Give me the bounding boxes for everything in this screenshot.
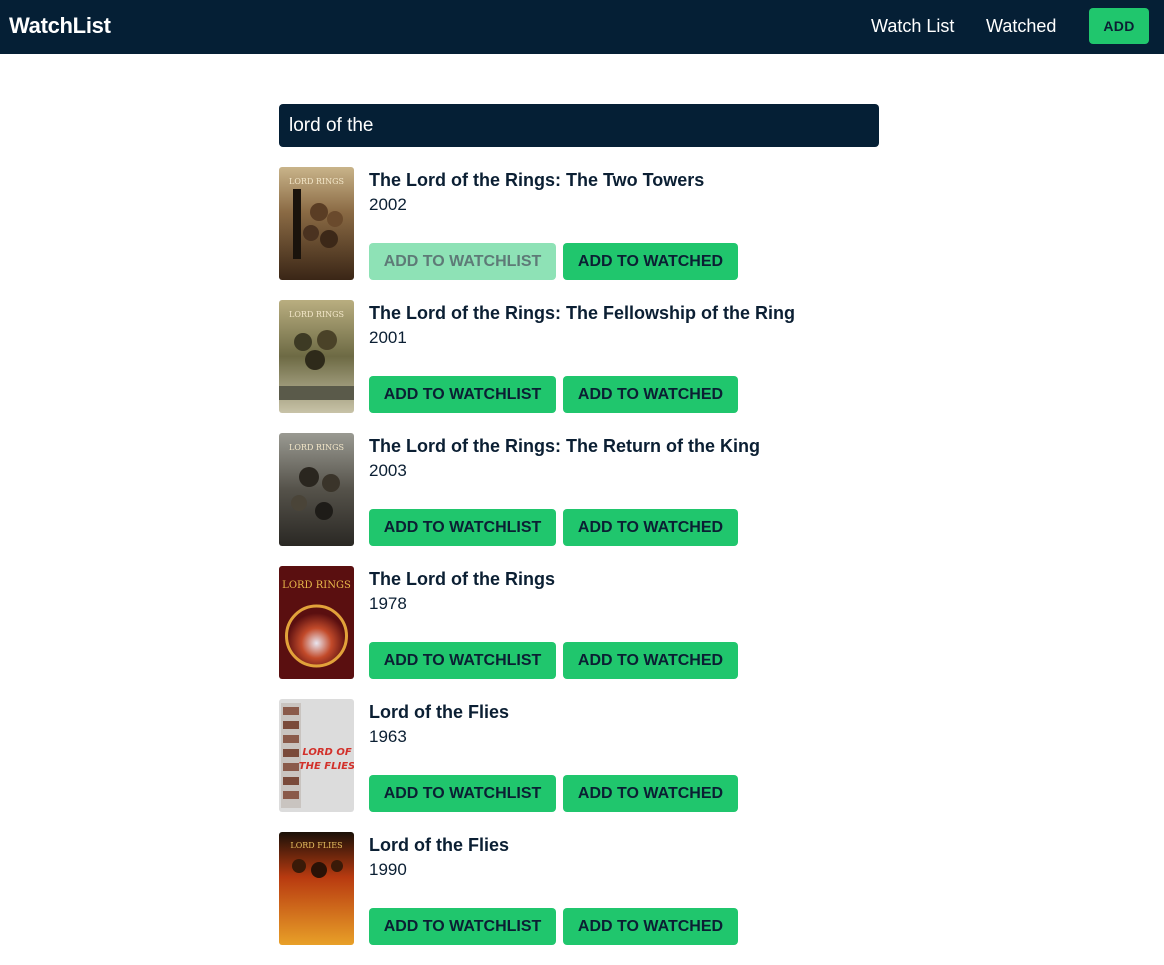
add-to-watched-button[interactable]: ADD TO WATCHED (563, 509, 738, 546)
nav-link-watch-list[interactable]: Watch List (871, 15, 954, 37)
lotr-fellowship-poster: LORD RINGS (279, 300, 354, 413)
result-item: LORD RINGS The Lord of the Rings 1978 AD… (279, 566, 879, 679)
add-to-watched-button[interactable]: ADD TO WATCHED (563, 376, 738, 413)
svg-text:LORD RINGS: LORD RINGS (289, 177, 344, 186)
result-year: 2003 (369, 461, 407, 480)
add-to-watched-button[interactable]: ADD TO WATCHED (563, 775, 738, 812)
result-actions: ADD TO WATCHLIST ADD TO WATCHED (369, 509, 745, 546)
result-year: 2001 (369, 328, 407, 347)
lotr-1978-poster: LORD RINGS (279, 566, 354, 679)
lotr-return-king-poster: LORD RINGS (279, 433, 354, 546)
result-actions: ADD TO WATCHLIST ADD TO WATCHED (369, 775, 745, 812)
add-to-watched-button[interactable]: ADD TO WATCHED (563, 642, 738, 679)
result-year: 1990 (369, 860, 407, 879)
svg-text:LORD RINGS: LORD RINGS (289, 310, 344, 319)
result-info: Lord of the Flies 1963 (369, 699, 879, 749)
add-to-watched-button[interactable]: ADD TO WATCHED (563, 908, 738, 945)
search-box (279, 104, 879, 147)
result-item: LORD RINGS The Lord of the Rings: The Fe… (279, 300, 879, 413)
result-info: The Lord of the Rings 1978 (369, 566, 879, 616)
result-item: LORD OF THE FLIES Lord of the Flies 1963… (279, 699, 879, 812)
result-item: LORD RINGS The Lord of the Rings: The Re… (279, 433, 879, 546)
result-actions: ADD TO WATCHLIST ADD TO WATCHED (369, 908, 745, 945)
result-info: The Lord of the Rings: The Two Towers 20… (369, 167, 879, 217)
result-info: The Lord of the Rings: The Return of the… (369, 433, 879, 483)
result-title: Lord of the Flies (369, 702, 510, 722)
result-title: The Lord of the Rings: The Two Towers (369, 170, 705, 190)
add-to-watchlist-button[interactable]: ADD TO WATCHLIST (369, 642, 556, 679)
result-title: The Lord of the Rings: The Fellowship of… (369, 303, 795, 323)
result-year: 1963 (369, 727, 407, 746)
nav-link-watched[interactable]: Watched (986, 15, 1056, 37)
add-to-watched-button[interactable]: ADD TO WATCHED (563, 243, 738, 280)
result-actions: ADD TO WATCHLIST ADD TO WATCHED (369, 642, 745, 679)
search-results: LORD RINGS The Lord of the Rings: The Tw… (279, 167, 879, 965)
result-year: 1978 (369, 594, 407, 613)
top-navbar: WatchList Watch List Watched ADD (0, 0, 1164, 54)
add-button[interactable]: ADD (1089, 8, 1149, 44)
svg-text:LORD RINGS: LORD RINGS (289, 443, 344, 452)
result-year: 2002 (369, 195, 407, 214)
add-to-watchlist-button[interactable]: ADD TO WATCHLIST (369, 908, 556, 945)
result-title: The Lord of the Rings (369, 569, 555, 589)
lord-of-flies-1963-poster: LORD OF THE FLIES (279, 699, 354, 812)
result-actions: ADD TO WATCHLIST ADD TO WATCHED (369, 376, 745, 413)
search-input[interactable] (279, 104, 879, 147)
lotr-two-towers-poster: LORD RINGS (279, 167, 354, 280)
result-item: LORD RINGS The Lord of the Rings: The Tw… (279, 167, 879, 280)
add-to-watchlist-button[interactable]: ADD TO WATCHLIST (369, 775, 556, 812)
result-title: Lord of the Flies (369, 835, 510, 855)
result-info: Lord of the Flies 1990 (369, 832, 879, 882)
brand-logo[interactable]: WatchList (9, 13, 111, 39)
add-to-watchlist-button[interactable]: ADD TO WATCHLIST (369, 376, 556, 413)
add-to-watchlist-button[interactable]: ADD TO WATCHLIST (369, 243, 556, 280)
result-actions: ADD TO WATCHLIST ADD TO WATCHED (369, 243, 745, 280)
add-to-watchlist-button[interactable]: ADD TO WATCHLIST (369, 509, 556, 546)
svg-text:LORD RINGS: LORD RINGS (282, 580, 351, 591)
result-title: The Lord of the Rings: The Return of the… (369, 436, 760, 456)
svg-text:LORD OF: LORD OF (302, 747, 352, 758)
svg-text:LORD FLIES: LORD FLIES (290, 841, 342, 850)
svg-text:THE FLIES: THE FLIES (299, 761, 354, 772)
result-info: The Lord of the Rings: The Fellowship of… (369, 300, 879, 350)
